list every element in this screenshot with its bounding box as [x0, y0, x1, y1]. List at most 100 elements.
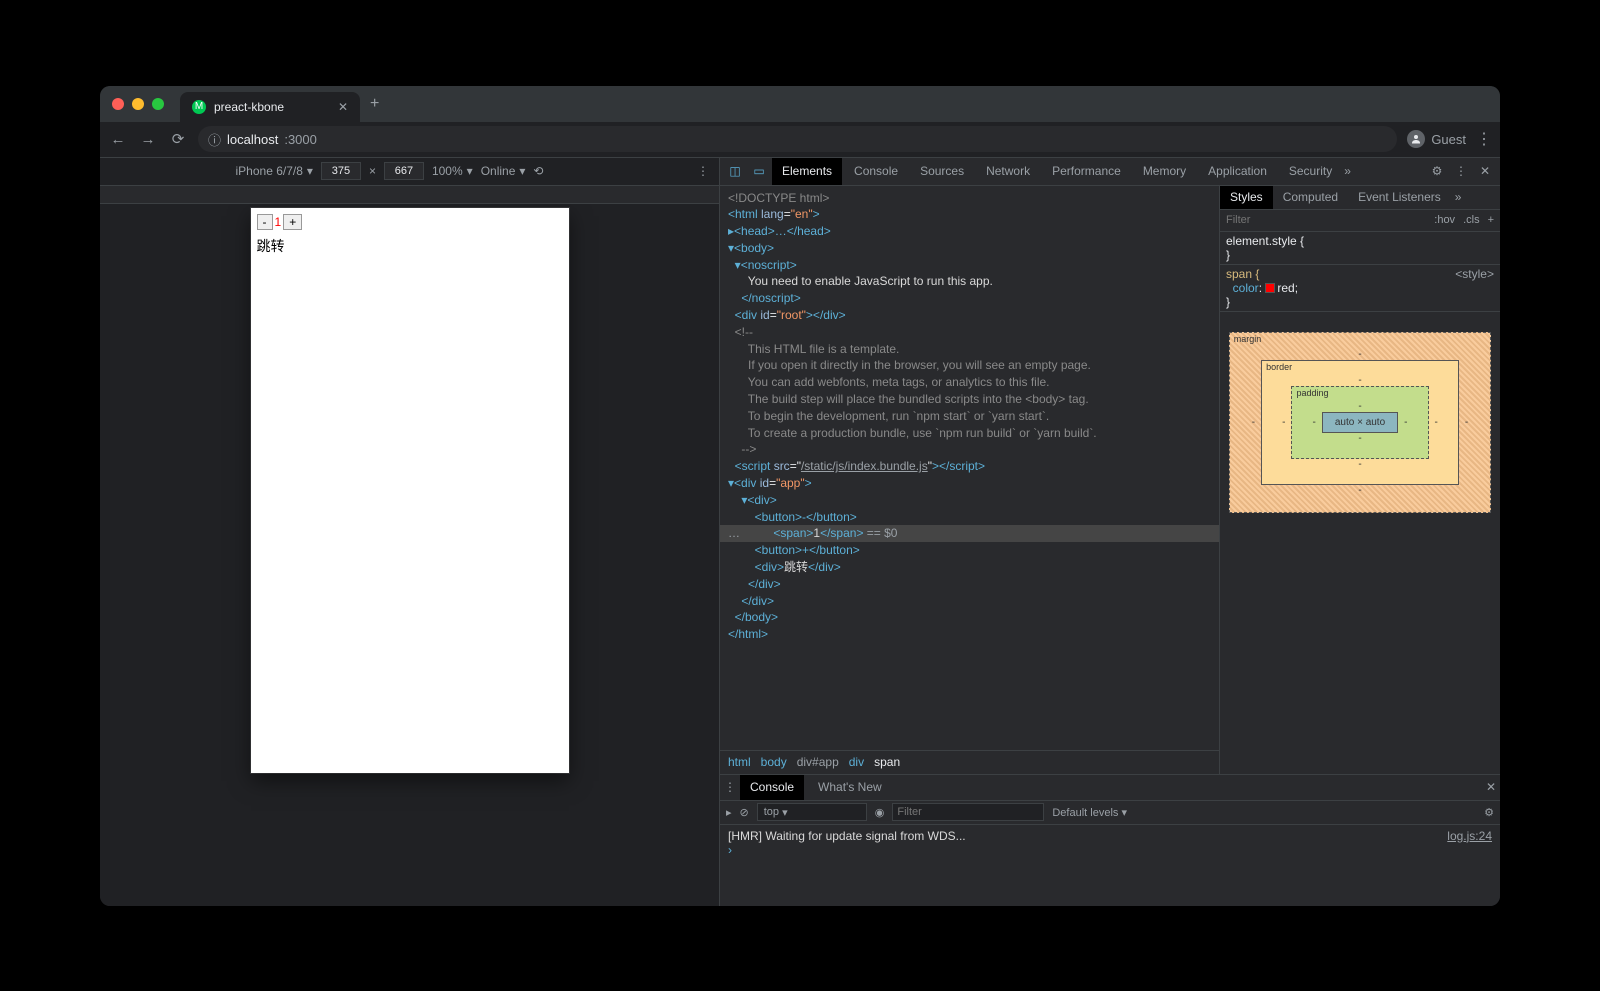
new-tab-button[interactable]: +: [370, 95, 379, 113]
selected-dom-node[interactable]: … <span>1</span> == $0: [720, 525, 1219, 542]
url-host: localhost: [227, 132, 278, 147]
console-drawer: ⋮ Console What's New ✕ ▸ ⊘ top ▾ ◉ Defau…: [720, 774, 1500, 906]
forward-button[interactable]: →: [138, 131, 158, 148]
box-padding[interactable]: padding - - auto × auto - -: [1291, 386, 1428, 459]
rule-span[interactable]: span {<style> color: red; }: [1220, 265, 1500, 312]
tab-performance[interactable]: Performance: [1042, 158, 1131, 185]
main-area: iPhone 6/7/8 ▾ × 100% ▾ Online ▾ ⟲ ⋮ - 1…: [100, 158, 1500, 906]
tab-console[interactable]: Console: [844, 158, 908, 185]
styles-more-icon[interactable]: »: [1455, 190, 1462, 204]
device-canvas: - 1 + 跳转: [100, 204, 719, 906]
browser-menu-button[interactable]: ⋮: [1476, 129, 1492, 149]
devtools-panel: ◫ ▭ Elements Console Sources Network Per…: [720, 158, 1500, 906]
console-filter-input[interactable]: [892, 803, 1044, 821]
crumb-body[interactable]: body: [761, 755, 787, 769]
hov-toggle[interactable]: :hov: [1434, 214, 1455, 226]
drawer-close-icon[interactable]: ✕: [1486, 780, 1496, 794]
drawer-tabs: ⋮ Console What's New ✕: [720, 775, 1500, 801]
phone-viewport: - 1 + 跳转: [251, 208, 569, 773]
close-window-icon[interactable]: [112, 98, 124, 110]
clear-console-icon[interactable]: ⊘: [740, 806, 749, 819]
new-rule-icon[interactable]: +: [1488, 214, 1494, 226]
console-log-message: [HMR] Waiting for update signal from WDS…: [728, 829, 966, 843]
drawer-tab-whatsnew[interactable]: What's New: [808, 775, 892, 800]
context-select[interactable]: top ▾: [757, 803, 867, 821]
rule-element-style[interactable]: element.style { }: [1220, 232, 1500, 265]
device-width-input[interactable]: [321, 162, 361, 180]
avatar-icon: [1407, 130, 1425, 148]
dom-tree[interactable]: <!DOCTYPE html> <html lang="en"> ▸<head>…: [720, 186, 1219, 750]
tab-styles[interactable]: Styles: [1220, 186, 1273, 209]
device-more-icon[interactable]: ⋮: [697, 164, 709, 178]
counter-row: - 1 +: [257, 214, 563, 230]
address-bar[interactable]: ⓘ localhost :3000: [198, 126, 1397, 152]
devtools-tabbar: ◫ ▭ Elements Console Sources Network Per…: [720, 158, 1500, 186]
devtools-menu-icon[interactable]: ⋮: [1450, 164, 1472, 178]
browser-tab[interactable]: М preact-kbone ✕: [180, 92, 360, 122]
box-margin[interactable]: margin - - border - - padding - - auto: [1229, 332, 1491, 513]
favicon-icon: М: [192, 100, 206, 114]
styles-tabs: Styles Computed Event Listeners »: [1220, 186, 1500, 210]
console-sidebar-icon[interactable]: ▸: [726, 806, 732, 819]
zoom-select[interactable]: 100% ▾: [432, 164, 473, 178]
console-prompt[interactable]: ›: [728, 843, 732, 857]
traffic-lights: [112, 98, 164, 110]
maximize-window-icon[interactable]: [152, 98, 164, 110]
tab-close-icon[interactable]: ✕: [338, 100, 348, 114]
minus-button[interactable]: -: [257, 214, 273, 230]
tab-event-listeners[interactable]: Event Listeners: [1348, 186, 1451, 209]
dim-separator: ×: [369, 164, 376, 178]
drawer-menu-icon[interactable]: ⋮: [724, 780, 736, 794]
console-settings-icon[interactable]: ⚙: [1484, 806, 1494, 819]
box-content[interactable]: auto × auto: [1322, 412, 1398, 433]
device-preview-panel: iPhone 6/7/8 ▾ × 100% ▾ Online ▾ ⟲ ⋮ - 1…: [100, 158, 720, 906]
device-height-input[interactable]: [384, 162, 424, 180]
tab-title: preact-kbone: [214, 100, 284, 114]
device-mode-icon[interactable]: ▭: [748, 164, 770, 178]
crumb-html[interactable]: html: [728, 755, 751, 769]
settings-icon[interactable]: ⚙: [1426, 164, 1448, 178]
crumb-div[interactable]: div: [849, 755, 864, 769]
tab-computed[interactable]: Computed: [1273, 186, 1348, 209]
rotate-icon[interactable]: ⟲: [533, 164, 543, 178]
tabs-more-icon[interactable]: »: [1344, 164, 1351, 178]
info-icon: ⓘ: [208, 130, 221, 149]
tab-elements[interactable]: Elements: [772, 158, 842, 185]
window-titlebar: М preact-kbone ✕ +: [100, 86, 1500, 122]
profile-button[interactable]: Guest: [1407, 130, 1466, 148]
styles-filter-input[interactable]: [1226, 214, 1426, 226]
box-border[interactable]: border - - padding - - auto × auto - -: [1261, 360, 1459, 485]
crumb-span[interactable]: span: [874, 755, 900, 769]
console-toolbar: ▸ ⊘ top ▾ ◉ Default levels ▾ ⚙: [720, 801, 1500, 825]
tab-network[interactable]: Network: [976, 158, 1040, 185]
minimize-window-icon[interactable]: [132, 98, 144, 110]
counter-value: 1: [275, 215, 282, 229]
tab-application[interactable]: Application: [1198, 158, 1277, 185]
live-expression-icon[interactable]: ◉: [875, 806, 885, 819]
tab-security[interactable]: Security: [1279, 158, 1342, 185]
back-button[interactable]: ←: [108, 131, 128, 148]
crumb-app[interactable]: div#app: [797, 755, 839, 769]
device-select[interactable]: iPhone 6/7/8 ▾: [236, 164, 313, 178]
cls-toggle[interactable]: .cls: [1463, 214, 1480, 226]
drawer-tab-console[interactable]: Console: [740, 775, 804, 800]
reload-button[interactable]: ⟳: [168, 130, 188, 148]
inspect-icon[interactable]: ◫: [724, 164, 746, 178]
color-swatch-icon[interactable]: [1265, 283, 1275, 293]
styles-sidebar: Styles Computed Event Listeners » :hov .…: [1220, 186, 1500, 774]
throttle-select[interactable]: Online ▾: [481, 164, 526, 178]
levels-select[interactable]: Default levels ▾: [1052, 806, 1127, 819]
styles-filter-row: :hov .cls +: [1220, 210, 1500, 232]
jump-link[interactable]: 跳转: [257, 236, 563, 256]
console-log-source[interactable]: log.js:24: [1447, 829, 1492, 843]
box-model: margin - - border - - padding - - auto: [1220, 312, 1500, 774]
chrome-window: М preact-kbone ✕ + ← → ⟳ ⓘ localhost :300…: [100, 86, 1500, 906]
url-path: :3000: [284, 132, 317, 147]
profile-label: Guest: [1431, 132, 1466, 147]
tab-sources[interactable]: Sources: [910, 158, 974, 185]
tab-memory[interactable]: Memory: [1133, 158, 1196, 185]
devtools-close-icon[interactable]: ✕: [1474, 164, 1496, 178]
console-output[interactable]: [HMR] Waiting for update signal from WDS…: [720, 825, 1500, 906]
plus-button[interactable]: +: [283, 214, 302, 230]
elements-tree-column: <!DOCTYPE html> <html lang="en"> ▸<head>…: [720, 186, 1220, 774]
